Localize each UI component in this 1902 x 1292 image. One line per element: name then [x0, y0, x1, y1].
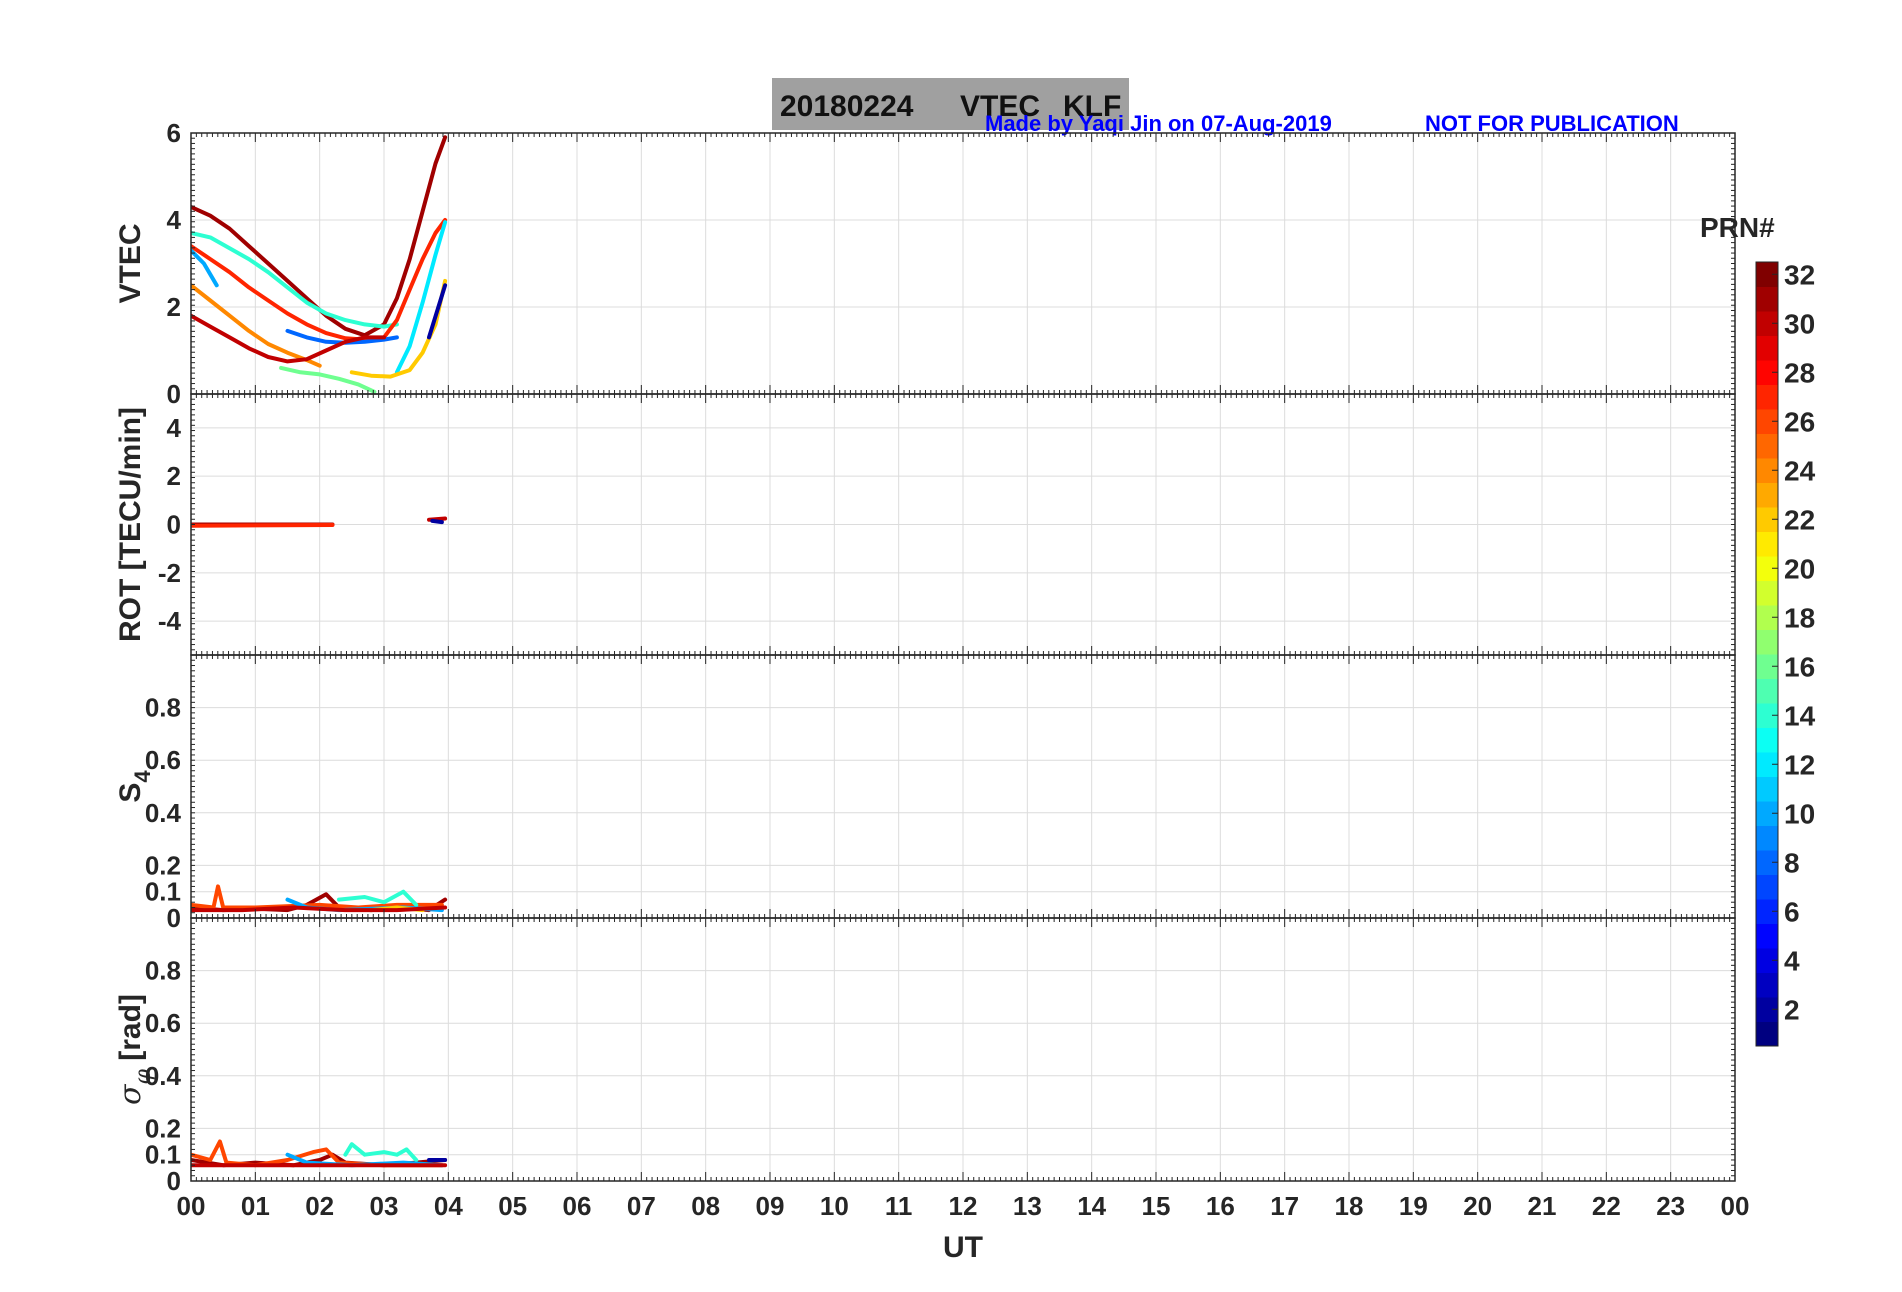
colorbar-tick-label: 20 [1784, 553, 1815, 584]
y-axis-label: ROT [TECU/min] [114, 407, 147, 642]
x-tick-label: 02 [305, 1191, 334, 1221]
x-tick-label: 07 [627, 1191, 656, 1221]
x-axis-label: UT [943, 1231, 983, 1264]
y-tick-label: 4 [167, 413, 182, 443]
y-tick-label: 0 [167, 510, 181, 540]
colorbar-swatch [1756, 286, 1778, 312]
colorbar-tick-label: 10 [1784, 798, 1815, 829]
figure: 20180224 VTEC KLF Made by Yaqi Jin on 07… [0, 0, 1902, 1292]
y-tick-label: 0.1 [145, 877, 181, 907]
x-tick-label: 15 [1142, 1191, 1171, 1221]
colorbar-swatch [1756, 874, 1778, 900]
colorbar-tick-label: 26 [1784, 406, 1815, 437]
figure-background [0, 0, 1902, 1292]
x-tick-label: 01 [241, 1191, 270, 1221]
colorbar-swatch [1756, 1021, 1778, 1047]
x-tick-label: 08 [691, 1191, 720, 1221]
colorbar-swatch [1756, 531, 1778, 557]
colorbar-tick-label: 18 [1784, 602, 1815, 633]
x-tick-label: 22 [1592, 1191, 1621, 1221]
series-line-prn-2 [430, 518, 444, 525]
x-tick-label: 16 [1206, 1191, 1235, 1221]
colorbar-swatch [1756, 433, 1778, 459]
y-tick-label: 0.6 [145, 1008, 181, 1038]
series-line-prn-27 [191, 523, 335, 528]
colorbar-label: PRN# [1700, 212, 1775, 243]
x-tick-label: 14 [1077, 1191, 1106, 1221]
x-tick-label: 19 [1399, 1191, 1428, 1221]
y-tick-label: 0.8 [145, 956, 181, 986]
colorbar-tick-label: 16 [1784, 651, 1815, 682]
y-tick-label: 0.2 [145, 1113, 181, 1143]
y-tick-label: -2 [158, 558, 181, 588]
y-tick-label: 6 [167, 118, 181, 148]
y-tick-label: 0.1 [145, 1140, 181, 1170]
x-tick-label: 18 [1335, 1191, 1364, 1221]
x-tick-label: 09 [756, 1191, 785, 1221]
colorbar-tick-label: 24 [1784, 455, 1816, 486]
colorbar-tick-label: 30 [1784, 308, 1815, 339]
x-tick-label: 06 [563, 1191, 592, 1221]
y-tick-label: 0 [167, 379, 181, 409]
colorbar-tick-label: 12 [1784, 749, 1815, 780]
x-tick-label: 10 [820, 1191, 849, 1221]
colorbar-tick-label: 14 [1784, 700, 1816, 731]
colorbar-swatch [1756, 727, 1778, 753]
x-tick-label: 17 [1270, 1191, 1299, 1221]
x-tick-label: 04 [434, 1191, 463, 1221]
colorbar-swatch [1756, 923, 1778, 949]
y-tick-label: 0 [167, 903, 181, 933]
colorbar-tick-label: 8 [1784, 847, 1800, 878]
y-tick-label: 0.2 [145, 850, 181, 880]
colorbar-swatch [1756, 972, 1778, 998]
colorbar-swatch [1756, 825, 1778, 851]
colorbar-swatch [1756, 384, 1778, 410]
colorbar-tick-label: 6 [1784, 896, 1800, 927]
y-tick-label: -4 [158, 606, 182, 636]
x-tick-label: 00 [177, 1191, 206, 1221]
y-tick-label: 4 [167, 205, 182, 235]
x-tick-label: 13 [1013, 1191, 1042, 1221]
y-tick-label: 0.8 [145, 693, 181, 723]
colorbar-swatch [1756, 335, 1778, 361]
title-date: 20180224 [780, 90, 914, 123]
x-tick-label: 20 [1463, 1191, 1492, 1221]
x-tick-label: 03 [370, 1191, 399, 1221]
colorbar-tick-label: 22 [1784, 504, 1815, 535]
x-tick-label: 11 [885, 1191, 913, 1221]
colorbar-tick-label: 32 [1784, 259, 1815, 290]
colorbar-swatch [1756, 482, 1778, 508]
x-tick-label: 21 [1528, 1191, 1557, 1221]
x-tick-label: 23 [1656, 1191, 1685, 1221]
colorbar-swatch [1756, 678, 1778, 704]
colorbar-swatch [1756, 629, 1778, 655]
colorbar-swatch [1756, 580, 1778, 606]
colorbar-swatch [1756, 776, 1778, 802]
y-tick-label: 2 [167, 292, 181, 322]
colorbar-tick-label: 4 [1784, 945, 1800, 976]
x-tick-label: 12 [949, 1191, 978, 1221]
y-tick-label: 0.4 [145, 798, 182, 828]
colorbar-tick-label: 2 [1784, 994, 1800, 1025]
x-tick-label: 00 [1721, 1191, 1750, 1221]
colorbar-tick-label: 28 [1784, 357, 1815, 388]
y-axis-label: VTEC [114, 223, 147, 303]
x-tick-label: 05 [498, 1191, 527, 1221]
y-tick-label: 2 [167, 461, 181, 491]
